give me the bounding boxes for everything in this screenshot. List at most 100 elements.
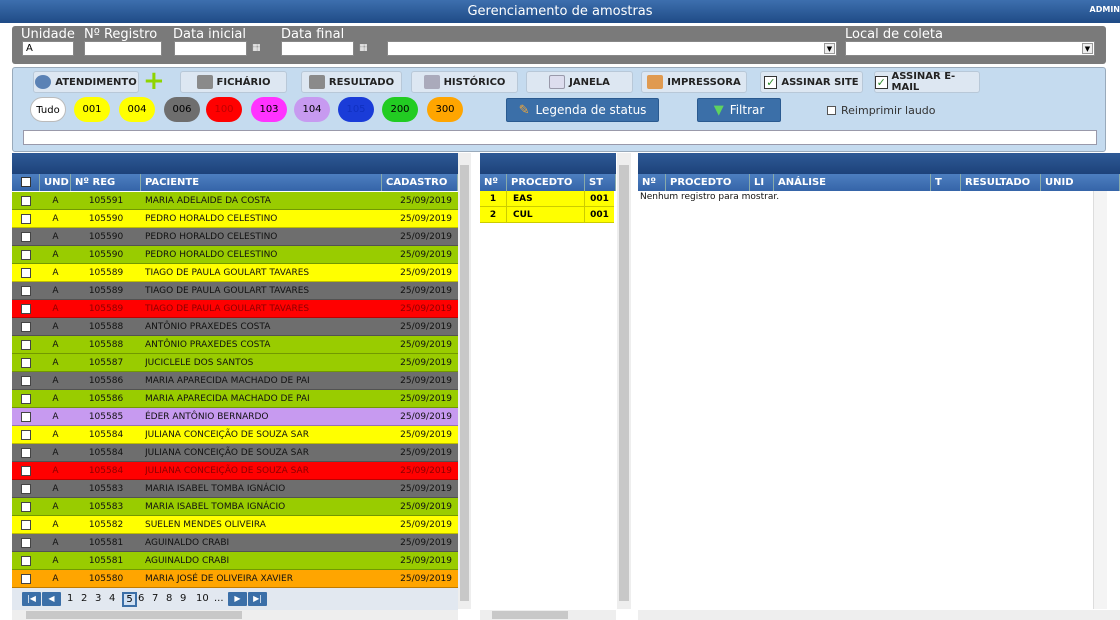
page-number[interactable]: 9 (180, 593, 186, 604)
table-row[interactable]: A 105588 ANTÔNIO PRAXEDES COSTA 25/09/2019 (12, 336, 458, 354)
status-filter-pill[interactable]: 006 (164, 97, 200, 122)
table-row[interactable]: A 105582 SUELEN MENDES OLIVEIRA 25/09/2019 (12, 516, 458, 534)
col-analysis-li[interactable]: LI (750, 174, 774, 191)
table-row[interactable]: A 105584 JULIANA CONCEIÇÃO DE SOUZA SAR 25/… (12, 462, 458, 480)
status-filter-pill[interactable]: 105 (338, 97, 374, 122)
prev-page-button[interactable]: ◀ (42, 592, 61, 606)
atendimento-button[interactable]: ATENDIMENTO (33, 71, 139, 93)
row-checkbox[interactable] (21, 304, 31, 314)
samples-vertical-scrollbar[interactable] (458, 153, 471, 609)
row-checkbox[interactable] (21, 394, 31, 404)
col-paciente[interactable]: PACIENTE (141, 174, 382, 191)
user-name[interactable]: ADMIN (1090, 0, 1120, 20)
table-row[interactable]: A 105590 PEDRO HORALDO CELESTINO 25/09/2019 (12, 246, 458, 264)
local-coleta-select[interactable]: ▼ (845, 41, 1095, 56)
page-number[interactable]: 7 (152, 593, 158, 604)
row-checkbox[interactable] (21, 466, 31, 476)
col-analysis-resultado[interactable]: RESULTADO (961, 174, 1041, 191)
page-number[interactable]: 8 (166, 593, 172, 604)
last-page-button[interactable]: ▶| (248, 592, 267, 606)
table-row[interactable]: A 105591 MARIA ADELAIDE DA COSTA 25/09/2019 (12, 192, 458, 210)
table-row[interactable]: A 105589 TIAGO DE PAULA GOULART TAVARES 25/… (12, 282, 458, 300)
row-checkbox[interactable] (21, 520, 31, 530)
procedures-horizontal-scrollbar[interactable] (480, 610, 616, 620)
row-checkbox[interactable] (21, 322, 31, 332)
row-checkbox[interactable] (21, 538, 31, 548)
add-icon[interactable]: + (143, 68, 169, 94)
samples-horizontal-scrollbar[interactable] (12, 610, 458, 620)
col-reg[interactable]: Nº REG (71, 174, 141, 191)
col-proc-st[interactable]: ST (585, 174, 616, 191)
page-number[interactable]: 10 (196, 593, 209, 604)
resultado-button[interactable]: RESULTADO (301, 71, 402, 93)
janela-button[interactable]: JANELA (526, 71, 633, 93)
table-row[interactable]: A 105590 PEDRO HORALDO CELESTINO 25/09/2019 (12, 210, 458, 228)
col-analysis-procedto[interactable]: PROCEDTO (666, 174, 750, 191)
row-checkbox[interactable] (21, 484, 31, 494)
page-number[interactable]: 3 (95, 593, 101, 604)
procedures-vertical-scrollbar[interactable] (617, 153, 631, 609)
col-und[interactable]: UND (40, 174, 71, 191)
scroll-thumb[interactable] (619, 165, 629, 601)
procedure-row[interactable]: 1 EAS 001 (480, 191, 614, 207)
filtrar-button[interactable]: ▼ Filtrar (697, 98, 781, 122)
procedure-row[interactable]: 2 CUL 001 (480, 207, 614, 223)
row-checkbox[interactable] (21, 412, 31, 422)
assinar-email-button[interactable]: ✓ ASSINAR E-MAIL (874, 71, 980, 93)
select-all-header[interactable] (12, 174, 40, 191)
calendar-icon[interactable]: ▦ (252, 43, 263, 53)
filter-select[interactable]: ▼ (387, 41, 837, 56)
row-checkbox[interactable] (21, 502, 31, 512)
next-page-button[interactable]: ▶ (228, 592, 247, 606)
row-checkbox[interactable] (21, 196, 31, 206)
data-inicial-input[interactable] (174, 41, 247, 56)
table-row[interactable]: A 105589 TIAGO DE PAULA GOULART TAVARES 25/… (12, 300, 458, 318)
analysis-horizontal-scrollbar[interactable] (638, 610, 1120, 620)
legenda-status-button[interactable]: ✎ Legenda de status (506, 98, 659, 122)
col-analysis-analise[interactable]: ANÁLISE (774, 174, 931, 191)
row-checkbox[interactable] (21, 286, 31, 296)
row-checkbox[interactable] (21, 358, 31, 368)
table-row[interactable]: A 105584 JULIANA CONCEIÇÃO DE SOUZA SAR 25/… (12, 426, 458, 444)
calendar-icon[interactable]: ▦ (359, 43, 370, 53)
row-checkbox[interactable] (21, 448, 31, 458)
status-filter-pill[interactable]: 001 (74, 97, 110, 122)
chevron-down-icon[interactable]: ▼ (824, 43, 835, 54)
status-filter-pill[interactable]: 100 (206, 97, 242, 122)
page-number[interactable]: 2 (81, 593, 87, 604)
table-row[interactable]: A 105589 TIAGO DE PAULA GOULART TAVARES 25/… (12, 264, 458, 282)
fichario-button[interactable]: FICHÁRIO (180, 71, 287, 93)
status-filter-pill[interactable]: 004 (119, 97, 155, 122)
table-row[interactable]: A 105590 PEDRO HORALDO CELESTINO 25/09/2019 (12, 228, 458, 246)
page-number[interactable]: 6 (138, 593, 144, 604)
col-cadastro[interactable]: CADASTRO (382, 174, 458, 191)
row-checkbox[interactable] (21, 214, 31, 224)
scroll-thumb[interactable] (26, 611, 242, 619)
data-final-input[interactable] (281, 41, 354, 56)
scroll-thumb[interactable] (492, 611, 568, 619)
table-row[interactable]: A 105580 MARIA JOSÉ DE OLIVEIRA XAVIER 25/0… (12, 570, 458, 588)
table-row[interactable]: A 105587 JUCICLELE DOS SANTOS 25/09/2019 (12, 354, 458, 372)
checkbox-icon[interactable] (21, 177, 31, 187)
checkbox-icon[interactable] (827, 106, 836, 115)
search-input[interactable] (23, 130, 1097, 145)
page-number[interactable]: ... (214, 593, 224, 604)
table-row[interactable]: A 105586 MARIA APARECIDA MACHADO DE PAI 25/… (12, 390, 458, 408)
page-number[interactable]: 4 (109, 593, 115, 604)
status-filter-pill[interactable]: 200 (382, 97, 418, 122)
status-filter-pill[interactable]: 104 (294, 97, 330, 122)
col-proc-n[interactable]: Nº (480, 174, 507, 191)
table-row[interactable]: A 105586 MARIA APARECIDA MACHADO DE PAI 25/… (12, 372, 458, 390)
col-analysis-t[interactable]: T (931, 174, 961, 191)
table-row[interactable]: A 105581 AGUINALDO CRABI 25/09/2019 (12, 552, 458, 570)
row-checkbox[interactable] (21, 340, 31, 350)
table-row[interactable]: A 105583 MARIA ISABEL TOMBA IGNÁCIO 25/09/2… (12, 498, 458, 516)
impressora-button[interactable]: IMPRESSORA (641, 71, 747, 93)
row-checkbox[interactable] (21, 250, 31, 260)
registro-input[interactable] (84, 41, 162, 56)
historico-button[interactable]: HISTÓRICO (411, 71, 518, 93)
table-row[interactable]: A 105584 JULIANA CONCEIÇÃO DE SOUZA SAR 25/… (12, 444, 458, 462)
row-checkbox[interactable] (21, 232, 31, 242)
status-filter-pill[interactable]: 300 (427, 97, 463, 122)
scroll-thumb[interactable] (460, 165, 469, 601)
